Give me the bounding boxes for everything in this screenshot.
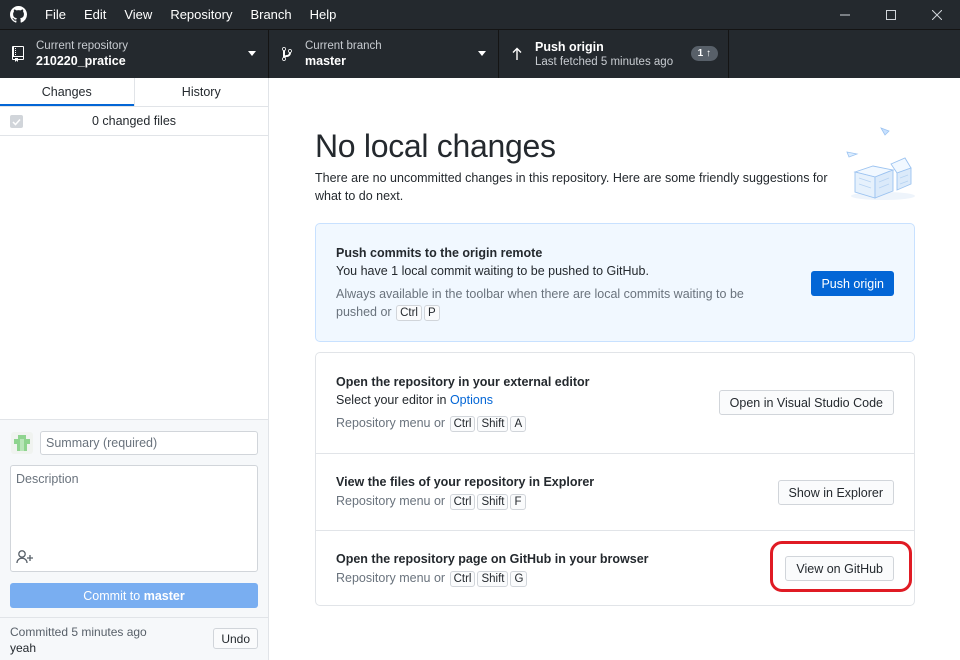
show-in-explorer-row: View the files of your repository in Exp… [316,453,914,530]
repository-icon [0,46,36,62]
kbd-g: G [510,571,528,587]
menu-repository[interactable]: Repository [161,0,241,29]
show-explorer-title: View the files of your repository in Exp… [336,475,595,489]
last-commit-time: Committed 5 minutes ago [10,625,147,639]
current-branch-dropdown[interactable]: Current branch master [269,30,499,78]
branch-icon [269,46,305,62]
page-subtitle: There are no uncommitted changes in this… [315,171,828,203]
tab-history[interactable]: History [133,78,269,106]
kbd-ctrl: Ctrl [449,416,476,432]
page-title: No local changes [315,128,556,164]
avatar [11,432,33,454]
open-editor-row: Open the repository in your external edi… [316,353,914,453]
ahead-count-badge: 1 ↑ [690,46,718,61]
push-origin-card-button[interactable]: Push origin [811,271,894,296]
arrow-up-icon [499,47,535,61]
github-logo-icon [0,0,36,29]
commit-button[interactable]: Commit to master [10,583,258,608]
empty-state-illustration-icon [845,126,917,202]
show-in-explorer-button[interactable]: Show in Explorer [777,480,894,505]
push-suggestion-card: Push commits to the origin remote You ha… [315,223,915,342]
push-card-hint: Always available in the toolbar when the… [336,285,744,321]
repository-label: Current repository [36,40,129,52]
undo-button[interactable]: Undo [213,628,258,649]
shortcut-prefix: Repository menu or [336,416,446,430]
maximize-button[interactable] [868,0,914,29]
kbd-f: F [510,494,526,510]
close-button[interactable] [914,0,960,29]
menu-file[interactable]: File [36,0,75,29]
open-in-vscode-button[interactable]: Open in Visual Studio Code [718,390,894,415]
kbd-shift: Shift [477,416,509,432]
minimize-button[interactable] [822,0,868,29]
push-card-description: You have 1 local commit waiting to be pu… [336,264,649,278]
last-commit-panel: Committed 5 minutes ago yeah Undo [0,617,268,660]
suggested-actions-card: Open the repository in your external edi… [315,352,915,606]
push-hint-line1: Always available in the toolbar when the… [336,287,744,301]
kbd-ctrl: Ctrl [396,305,422,321]
kbd-ctrl: Ctrl [449,571,476,587]
kbd-a: A [510,416,527,432]
push-origin-label: Push origin [535,40,604,54]
select-all-checkbox[interactable] [10,115,23,128]
view-on-github-button[interactable]: View on GitHub [785,556,894,581]
toolbar: Current repository 210220_pratice Curren… [0,29,960,78]
close-icon [932,9,942,20]
commit-form: Commit to master [0,419,268,617]
kbd-p: P [423,305,440,321]
minimize-icon [840,14,850,15]
view-github-shortcut: Repository menu or Ctrl Shift G [336,569,528,587]
window-controls [822,0,960,29]
menu-help[interactable]: Help [301,0,346,29]
open-editor-shortcut: Repository menu or Ctrl Shift A [336,414,527,432]
push-hint-line2: pushed or [336,305,392,319]
kbd-ctrl: Ctrl [449,494,476,510]
commit-button-branch: master [143,588,185,603]
branch-name: master [305,54,346,68]
open-editor-title: Open the repository in your external edi… [336,375,590,389]
last-fetched-text: Last fetched 5 minutes ago [535,56,674,68]
open-editor-description: Select your editor in Options [336,393,493,407]
main-content: No local changes There are no uncommitte… [270,78,960,660]
shortcut-prefix: Repository menu or [336,494,446,508]
maximize-icon [886,9,896,20]
commit-button-prefix: Commit to [83,588,144,603]
options-link[interactable]: Options [450,393,493,407]
tab-changes[interactable]: Changes [0,78,134,106]
push-card-title: Push commits to the origin remote [336,246,543,260]
checkmark-icon [12,118,21,126]
shortcut-prefix: Repository menu or [336,571,446,585]
menu-bar: File Edit View Repository Branch Help [36,0,345,29]
repository-name: 210220_pratice [36,54,126,68]
commit-description-box [10,465,258,572]
current-repository-dropdown[interactable]: Current repository 210220_pratice [0,30,269,78]
show-explorer-shortcut: Repository menu or Ctrl Shift F [336,492,527,510]
push-origin-button[interactable]: Push origin Last fetched 5 minutes ago 1… [499,30,729,78]
view-on-github-row: Open the repository page on GitHub in yo… [316,530,914,606]
commit-description-input[interactable] [11,466,257,546]
open-editor-desc-text: Select your editor in [336,393,450,407]
menu-view[interactable]: View [115,0,161,29]
menu-branch[interactable]: Branch [241,0,300,29]
kbd-shift: Shift [477,494,509,510]
changed-files-count: 0 changed files [91,114,177,128]
chevron-down-icon [248,51,256,56]
view-github-title: Open the repository page on GitHub in yo… [336,552,649,566]
add-coauthor-icon[interactable] [16,549,36,565]
chevron-down-icon [478,51,486,56]
sidebar-tabs: Changes History [0,78,268,107]
sidebar: Changes History 0 changed files Summary … [0,78,269,660]
changed-files-header: 0 changed files [0,107,268,136]
title-bar: File Edit View Repository Branch Help [0,0,960,29]
commit-summary-input[interactable] [40,431,258,455]
last-commit-message: yeah [10,641,37,655]
kbd-shift: Shift [477,571,509,587]
branch-label: Current branch [305,40,382,52]
menu-edit[interactable]: Edit [75,0,115,29]
